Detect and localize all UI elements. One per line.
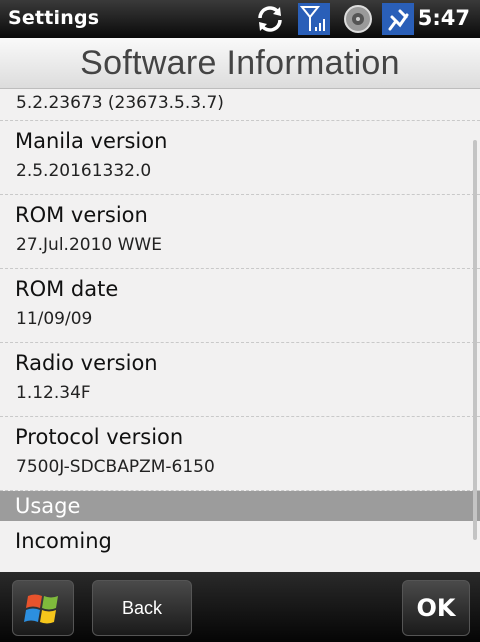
info-list[interactable]: 5.2.23673 (23673.5.3.7) Manila version 2… [0,89,480,572]
list-item: Radio version 1.12.34F [0,343,480,417]
sync-icon[interactable] [254,3,286,35]
item-label: Incoming [15,529,112,553]
list-item: ROM date 11/09/09 [0,269,480,343]
item-value: 7500J-SDCBAPZM-6150 [16,457,215,477]
windows-start-icon [24,594,58,624]
item-value: 1.12.34F [16,383,91,403]
list-item: Protocol version 7500J-SDCBAPZM-6150 [0,417,480,491]
list-item: Incoming [0,521,480,572]
start-button[interactable] [12,580,74,636]
status-bar: Settings 5:47 [0,0,480,38]
item-value: 5.2.23673 (23673.5.3.7) [16,93,224,113]
item-value: 27.Jul.2010 WWE [16,235,162,255]
ok-button[interactable]: OK [402,580,470,636]
signal-icon[interactable] [298,3,330,35]
item-label: ROM date [15,277,119,301]
battery-charging-icon[interactable] [382,3,414,35]
item-label: Protocol version [15,425,184,449]
section-header-usage: Usage [0,491,480,521]
list-item: 5.2.23673 (23673.5.3.7) [0,89,480,121]
item-label: Manila version [15,129,168,153]
page-title: Software Information [80,44,400,82]
app-title: Settings [8,7,100,29]
item-value: 11/09/09 [16,309,93,329]
back-button[interactable]: Back [92,580,192,636]
item-value: 2.5.20161332.0 [16,161,152,181]
soft-key-bar: Back OK [0,572,480,642]
speaker-icon[interactable] [342,3,374,35]
page-header: Software Information [0,38,480,89]
list-item: Manila version 2.5.20161332.0 [0,121,480,195]
clock[interactable]: 5:47 [418,6,470,30]
scrollbar[interactable] [473,140,477,540]
item-label: ROM version [15,203,148,227]
item-label: Radio version [15,351,158,375]
list-item: ROM version 27.Jul.2010 WWE [0,195,480,269]
